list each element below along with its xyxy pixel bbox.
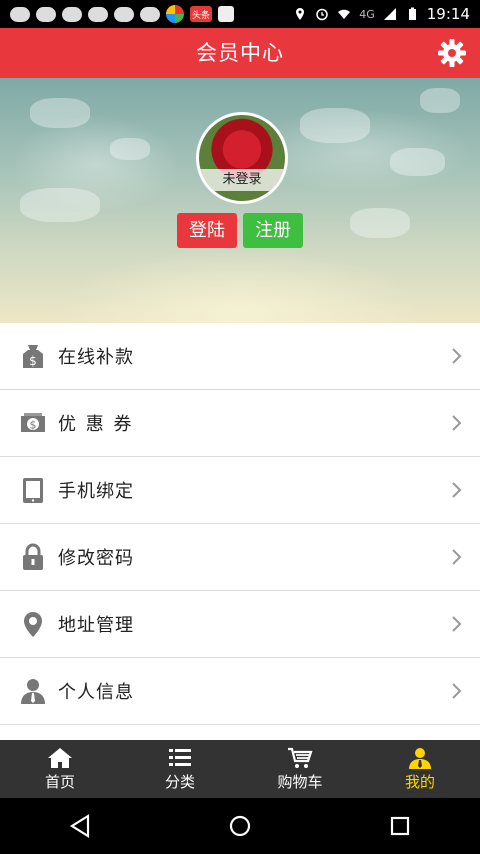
tab-categories[interactable]: 分类	[120, 740, 240, 798]
person-icon	[21, 679, 45, 704]
menu-item-label: 手机绑定	[58, 481, 134, 502]
menu-item-label: 修改密码	[58, 548, 134, 569]
location-pin-icon	[24, 612, 42, 637]
news-app-icon: 头条	[190, 6, 212, 22]
bokeh-decoration	[350, 208, 410, 238]
app-notification-icon	[166, 5, 184, 23]
chevron-right-icon	[452, 415, 462, 431]
menu-item-online-payment[interactable]: $ 在线补款	[0, 323, 480, 390]
bottom-tab-bar: 首页 分类 购物车 我的	[0, 740, 480, 798]
home-circle-icon	[229, 815, 251, 837]
system-status: 4G 19:14	[293, 5, 480, 23]
menu-item-label: 地址管理	[58, 615, 134, 636]
location-icon	[296, 8, 305, 20]
back-triangle-icon	[69, 814, 90, 838]
wechat-icon	[114, 6, 134, 22]
home-button[interactable]	[220, 806, 260, 846]
status-bar: 头条 4G 19:14	[0, 0, 480, 28]
menu-item-label: 在线补款	[58, 347, 134, 368]
app-notification-icon	[218, 6, 234, 22]
register-button[interactable]: 注册	[243, 213, 303, 248]
wechat-icon	[36, 6, 56, 22]
coupon-icon: $	[21, 413, 45, 432]
tab-cart[interactable]: 购物车	[240, 740, 360, 798]
profile-banner: 未登录 登陆 注册	[0, 78, 480, 323]
chevron-right-icon	[452, 616, 462, 632]
tab-label: 首页	[44, 772, 75, 791]
bokeh-decoration	[420, 88, 460, 113]
bokeh-decoration	[390, 148, 445, 176]
menu-item-label: 个人信息	[58, 682, 134, 703]
home-icon	[48, 747, 72, 768]
svg-text:$: $	[30, 419, 37, 432]
wechat-icon	[62, 6, 82, 22]
member-menu: $ 在线补款 $ 优 惠 券 手机绑定 修改密码 地址管理 个人信息	[0, 323, 480, 743]
bokeh-decoration	[300, 108, 370, 143]
lock-icon	[23, 543, 43, 570]
page-title: 会员中心	[196, 41, 284, 65]
tablet-icon	[23, 478, 43, 503]
wifi-icon	[338, 9, 351, 19]
alarm-icon	[316, 8, 328, 21]
menu-item-change-password[interactable]: 修改密码	[0, 524, 480, 591]
gear-icon[interactable]	[436, 37, 468, 69]
bokeh-decoration	[30, 98, 90, 128]
tab-mine[interactable]: 我的	[360, 740, 480, 798]
battery-icon	[408, 7, 416, 20]
tab-label: 我的	[404, 772, 435, 791]
chevron-right-icon	[452, 683, 462, 699]
bokeh-decoration	[20, 188, 100, 222]
wechat-icon	[88, 6, 108, 22]
system-nav-bar	[0, 798, 480, 854]
menu-item-label: 优 惠 券	[58, 414, 134, 435]
money-bag-icon: $	[23, 345, 43, 368]
menu-item-personal-info[interactable]: 个人信息	[0, 658, 480, 725]
cart-icon	[288, 747, 313, 768]
tab-home[interactable]: 首页	[0, 740, 120, 798]
clock: 19:14	[426, 5, 470, 23]
login-button[interactable]: 登陆	[177, 213, 237, 248]
back-button[interactable]	[60, 806, 100, 846]
recents-button[interactable]	[380, 806, 420, 846]
wechat-icon	[140, 6, 160, 22]
menu-item-address-management[interactable]: 地址管理	[0, 591, 480, 658]
chevron-right-icon	[452, 482, 462, 498]
user-icon	[409, 747, 431, 769]
avatar-status-label: 未登录	[199, 169, 285, 191]
menu-item-phone-binding[interactable]: 手机绑定	[0, 457, 480, 524]
message-icon	[10, 6, 30, 22]
list-icon	[169, 748, 191, 766]
signal-icon	[383, 8, 396, 20]
app-header: 会员中心	[0, 28, 480, 78]
bokeh-decoration	[110, 138, 150, 160]
recents-square-icon	[390, 816, 410, 836]
notification-icons: 头条	[0, 5, 234, 23]
chevron-right-icon	[452, 549, 462, 565]
tab-label: 购物车	[277, 772, 323, 791]
menu-item-coupons[interactable]: $ 优 惠 券	[0, 390, 480, 457]
network-type: 4G	[359, 7, 375, 21]
chevron-right-icon	[452, 348, 462, 364]
avatar[interactable]: 未登录	[196, 112, 288, 204]
tab-label: 分类	[164, 772, 195, 791]
svg-text:$: $	[29, 354, 37, 368]
